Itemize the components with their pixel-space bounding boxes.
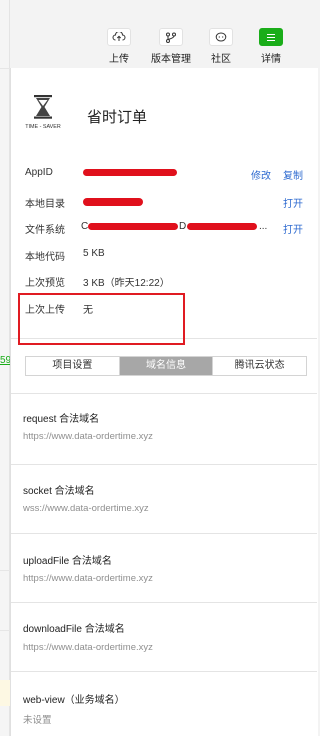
project-details-panel: TIME - SAVER 省时订单 AppID 修改 复制 本地目录 打开 文件… [10,68,318,736]
details-button[interactable]: 详情 [248,28,294,65]
code-size-value: 5 KB [83,248,105,259]
highlight-box [18,293,185,345]
domain-title: downloadFile 合法域名 [23,624,125,635]
project-header: TIME - SAVER 省时订单 [11,68,317,158]
community-label: 社区 [211,54,231,65]
divider [0,570,10,571]
cloud-upload-icon [107,28,131,46]
redacted-filesystem-path [88,223,178,230]
domain-section-webview: web-view（业务域名） 未设置 [11,672,317,736]
time-saver-logo: TIME - SAVER [25,95,61,130]
modify-link[interactable]: 修改 [251,167,271,182]
domain-title: request 合法域名 [23,414,100,425]
domain-value: 未设置 [23,715,52,726]
domain-value: https://www.data-ordertime.xyz [23,573,153,584]
upload-label: 上传 [109,54,129,65]
toolbar: 上传 版本管理 社区 详情 [10,0,318,68]
domain-value: https://www.data-ordertime.xyz [23,431,153,442]
logo-text: TIME - SAVER [25,124,61,130]
redacted-filesystem-path [187,223,257,230]
menu-lines-icon [259,28,283,46]
appid-row: AppID 修改 复制 [25,167,311,182]
filesystem-row: 文件系统 C D ... 打开 [25,221,311,236]
last-preview-value: 3 KB（昨天12:22） [83,278,170,289]
branch-icon [159,28,183,46]
tab-domain-info[interactable]: 域名信息 [119,357,214,375]
version-management-button[interactable]: 版本管理 [148,28,194,65]
version-management-label: 版本管理 [151,54,191,65]
upload-button[interactable]: 上传 [96,28,142,65]
settings-tabs: 项目设置 域名信息 腾讯云状态 [25,356,307,376]
filesystem-value-end: ... [259,221,268,232]
code-size-label: 本地代码 [25,252,65,263]
tab-tencent-cloud-status[interactable]: 腾讯云状态 [213,357,307,375]
copy-link[interactable]: 复制 [283,167,303,182]
local-directory-label: 本地目录 [25,199,65,210]
community-button[interactable]: 社区 [198,28,244,65]
redacted-directory [83,198,143,206]
appid-label: AppID [25,167,53,178]
filesystem-value-mid: D [179,221,187,232]
domain-value: wss://www.data-ordertime.xyz [23,503,149,514]
divider [0,630,10,631]
open-directory-link[interactable]: 打开 [283,195,303,210]
domain-section-request: request 合法域名 https://www.data-ordertime.… [11,394,317,474]
last-preview-label: 上次预览 [25,278,65,289]
last-preview-row: 上次预览 3 KB（昨天12:22） [25,274,311,289]
tab-project-settings[interactable]: 项目设置 [26,357,120,375]
background-window-edge: 59 [0,0,11,736]
project-name: 省时订单 [87,109,148,126]
domain-section-socket: socket 合法域名 wss://www.data-ordertime.xyz [11,465,317,533]
domain-section-downloadfile: downloadFile 合法域名 https://www.data-order… [11,603,317,671]
domain-title: web-view（业务域名） [23,695,125,706]
open-filesystem-link[interactable]: 打开 [283,221,303,236]
code-size-row: 本地代码 5 KB [25,248,311,263]
domain-title: socket 合法域名 [23,486,95,497]
filesystem-label: 文件系统 [25,225,65,236]
domain-section-uploadfile: uploadFile 合法域名 https://www.data-orderti… [11,534,317,602]
details-label: 详情 [261,54,281,65]
redacted-appid [83,169,177,176]
background-highlight [0,680,10,706]
chat-bubble-icon [209,28,233,46]
divider [0,68,10,69]
domain-value: https://www.data-ordertime.xyz [23,642,153,653]
domain-title: uploadFile 合法域名 [23,556,112,567]
local-directory-row: 本地目录 打开 [25,195,311,210]
